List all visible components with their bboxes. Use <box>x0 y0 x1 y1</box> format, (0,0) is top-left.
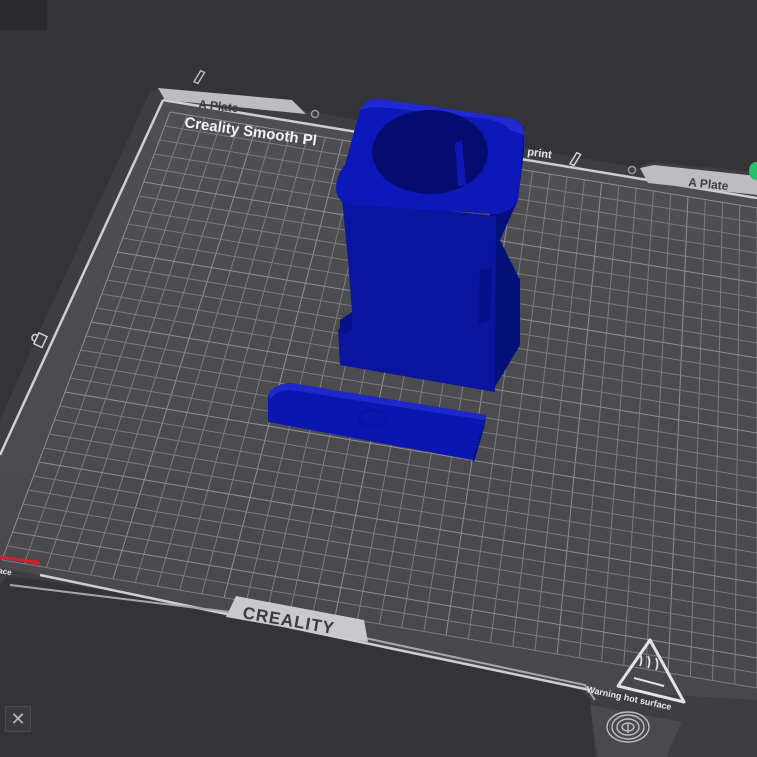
plate-partial-left-label: ace <box>0 566 13 577</box>
close-icon: ✕ <box>10 709 26 729</box>
status-indicator <box>749 162 757 180</box>
close-button[interactable]: ✕ <box>5 706 31 732</box>
model-holder[interactable] <box>336 98 525 392</box>
3d-viewport[interactable]: A Plate A Plate Creality Smooth Pl print… <box>0 0 757 757</box>
model-hollow <box>372 110 488 194</box>
build-plate-scene[interactable]: A Plate A Plate Creality Smooth Pl print… <box>0 0 757 757</box>
edit-icon[interactable] <box>191 69 207 85</box>
